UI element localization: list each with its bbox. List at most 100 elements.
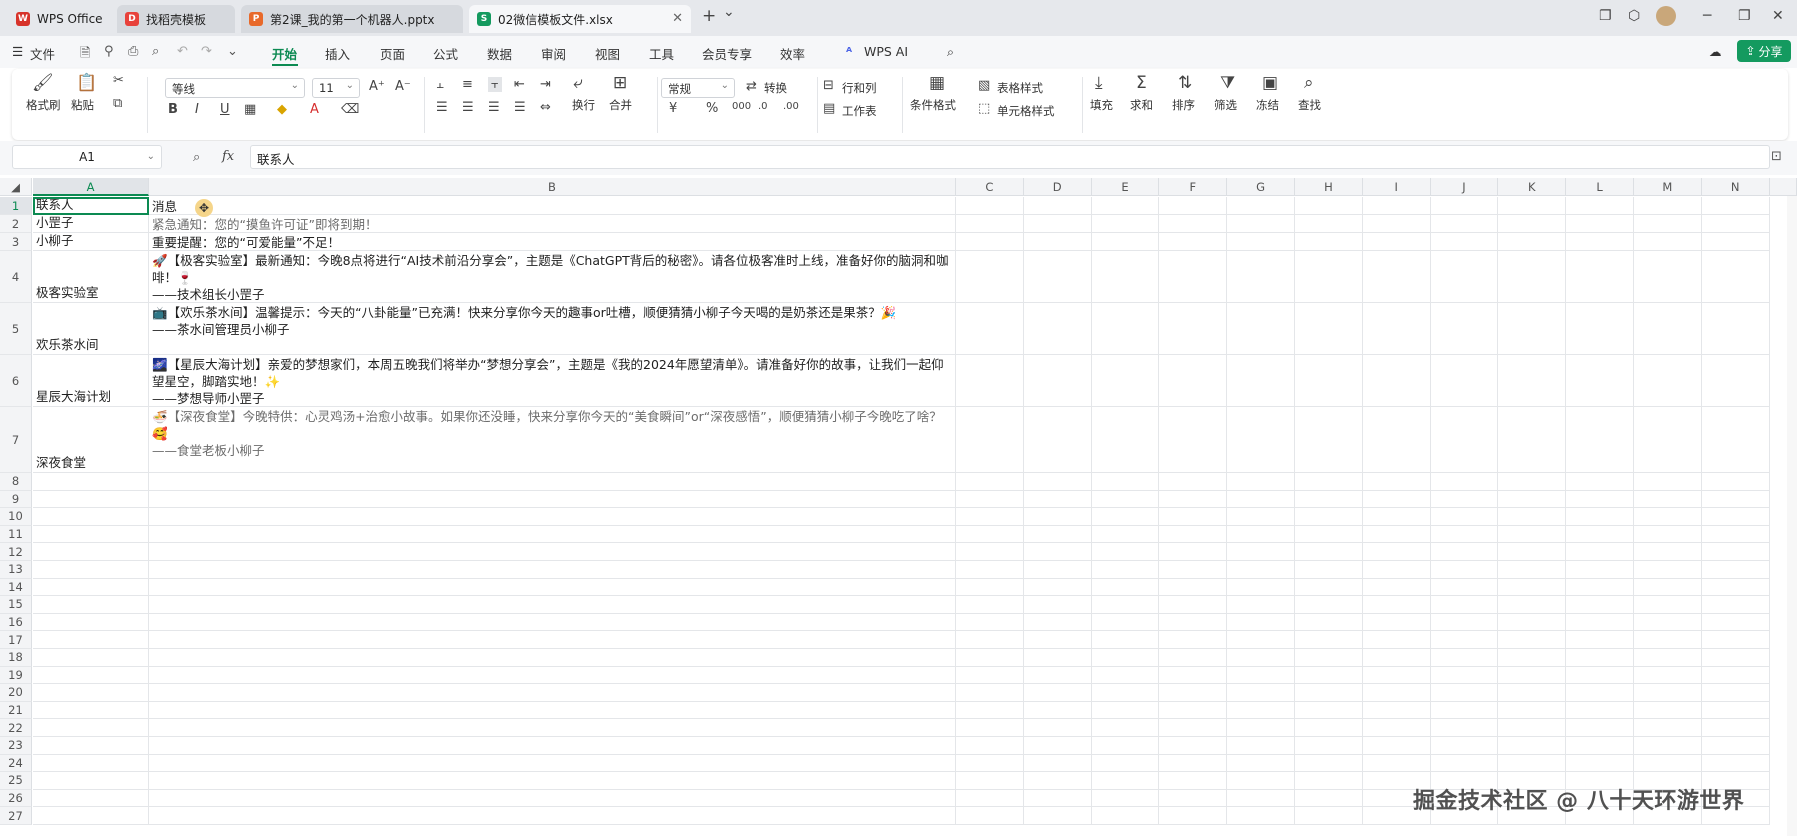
- cell-empty[interactable]: [1023, 355, 1092, 407]
- find-icon[interactable]: ⌕: [1304, 73, 1314, 93]
- table-style-icon[interactable]: ▧: [978, 78, 990, 93]
- cell-empty[interactable]: [1498, 737, 1567, 755]
- cell-empty[interactable]: [956, 596, 1024, 614]
- cell-empty[interactable]: [1566, 737, 1634, 755]
- cell-empty[interactable]: [1498, 701, 1567, 720]
- cell-a[interactable]: [33, 719, 149, 737]
- cell-empty[interactable]: [1295, 197, 1363, 215]
- cell-empty[interactable]: [1498, 719, 1567, 737]
- cell-b[interactable]: [149, 543, 956, 561]
- cell-empty[interactable]: [1091, 525, 1160, 544]
- cell-empty[interactable]: [1701, 251, 1770, 303]
- cell-empty[interactable]: [1023, 649, 1092, 667]
- cell-empty[interactable]: [1634, 407, 1702, 473]
- column-header-i[interactable]: I: [1362, 178, 1431, 196]
- column-header-b[interactable]: B: [149, 178, 956, 196]
- cell-empty[interactable]: [1091, 407, 1160, 473]
- cell-empty[interactable]: [1566, 233, 1634, 251]
- column-header-h[interactable]: H: [1295, 178, 1363, 196]
- cell-empty[interactable]: [1023, 215, 1092, 233]
- cell-b[interactable]: [149, 684, 956, 702]
- cell-empty[interactable]: [1430, 303, 1499, 355]
- cell-b[interactable]: [149, 508, 956, 526]
- cell-b[interactable]: 🌌【星辰大海计划】亲爱的梦想家们，本周五晚我们将举办“梦想分享会”，主题是《我的…: [149, 355, 956, 407]
- paste-icon[interactable]: 📋: [76, 73, 97, 93]
- font-color-icon[interactable]: A: [310, 102, 319, 117]
- cell-empty[interactable]: [1159, 613, 1228, 632]
- cell-empty[interactable]: [1634, 631, 1702, 649]
- cell-empty[interactable]: [1295, 631, 1363, 649]
- cell-empty[interactable]: [1227, 490, 1295, 509]
- cell-empty[interactable]: [1091, 719, 1160, 737]
- cell-b[interactable]: [149, 561, 956, 579]
- cell-empty[interactable]: [1430, 233, 1499, 251]
- cell-empty[interactable]: [1430, 407, 1499, 473]
- paste-label[interactable]: 粘贴: [71, 97, 94, 113]
- redo-icon[interactable]: ↷: [201, 44, 212, 59]
- cell-empty[interactable]: [1634, 525, 1702, 544]
- cell-empty[interactable]: [1566, 473, 1634, 491]
- merge-label[interactable]: 合并: [609, 97, 632, 113]
- cell-empty[interactable]: [1227, 684, 1295, 702]
- cell-empty[interactable]: [1227, 613, 1295, 632]
- cell-empty[interactable]: [1566, 407, 1634, 473]
- cell-empty[interactable]: [1091, 807, 1160, 825]
- fill-icon[interactable]: ⤓: [1095, 73, 1103, 93]
- row-header[interactable]: 18: [0, 649, 32, 667]
- print-icon[interactable]: ⎙: [128, 44, 138, 59]
- cell-empty[interactable]: [1498, 473, 1567, 491]
- column-header-f[interactable]: F: [1159, 178, 1228, 196]
- cell-empty[interactable]: [956, 543, 1024, 561]
- cell-empty[interactable]: [1498, 303, 1567, 355]
- cell-a[interactable]: [33, 490, 149, 509]
- cell-empty[interactable]: [1091, 355, 1160, 407]
- cell-empty[interactable]: [1295, 649, 1363, 667]
- expand-formula-icon[interactable]: ⊡: [1771, 149, 1782, 164]
- spreadsheet-grid[interactable]: ◢ A B C D E F G H I J K L M N 1 联系人 消息 2 小罡子 紧急通知：您的“摸鱼许可证”…: [0, 178, 1797, 837]
- cell-empty[interactable]: [1362, 596, 1431, 614]
- menu-member[interactable]: 会员专享: [702, 44, 752, 63]
- cell-empty[interactable]: [1498, 525, 1567, 544]
- increase-decimal-icon[interactable]: .0: [758, 101, 768, 112]
- menu-home[interactable]: 开始: [272, 44, 297, 63]
- cell-empty[interactable]: [1634, 543, 1702, 561]
- row-header[interactable]: 27: [0, 807, 32, 825]
- cell-empty[interactable]: [1227, 251, 1295, 303]
- cell-b[interactable]: [149, 473, 956, 491]
- row-header[interactable]: 22: [0, 719, 32, 737]
- cell-empty[interactable]: [1091, 561, 1160, 579]
- cell-empty[interactable]: [1430, 355, 1499, 407]
- cell-empty[interactable]: [1701, 473, 1770, 491]
- cell-empty[interactable]: [1701, 215, 1770, 233]
- cell-b[interactable]: 🚀【极客实验室】最新通知：今晚8点将进行“AI技术前沿分享会”，主题是《Chat…: [149, 251, 956, 303]
- cell-empty[interactable]: [1091, 303, 1160, 355]
- cell-empty[interactable]: [1227, 737, 1295, 755]
- cell-empty[interactable]: [1159, 737, 1228, 755]
- cell-empty[interactable]: [1362, 613, 1431, 632]
- column-header-n[interactable]: N: [1701, 178, 1770, 196]
- cell-empty[interactable]: [1227, 407, 1295, 473]
- cell-empty[interactable]: [1295, 737, 1363, 755]
- cell-empty[interactable]: [1227, 578, 1295, 597]
- menu-file[interactable]: 文件: [30, 44, 55, 63]
- cell-empty[interactable]: [1634, 649, 1702, 667]
- menu-tools[interactable]: 工具: [649, 44, 674, 63]
- close-tab-icon[interactable]: ✕: [672, 11, 683, 26]
- cell-empty[interactable]: [1498, 754, 1567, 773]
- cell-empty[interactable]: [1634, 355, 1702, 407]
- cell-a[interactable]: 小柳子: [33, 233, 149, 251]
- cell-empty[interactable]: [1159, 684, 1228, 702]
- thousands-icon[interactable]: 000: [732, 101, 751, 112]
- cell-a[interactable]: [33, 631, 149, 649]
- cell-empty[interactable]: [1227, 525, 1295, 544]
- cell-empty[interactable]: [1498, 543, 1567, 561]
- cell-empty[interactable]: [1091, 543, 1160, 561]
- cell-empty[interactable]: [956, 684, 1024, 702]
- decrease-decimal-icon[interactable]: .00: [783, 101, 799, 112]
- cell-empty[interactable]: [1295, 596, 1363, 614]
- cell-empty[interactable]: [1566, 701, 1634, 720]
- row-header[interactable]: 3: [0, 233, 32, 251]
- column-header-c[interactable]: C: [956, 178, 1024, 196]
- cell-empty[interactable]: [1701, 525, 1770, 544]
- cell-empty[interactable]: [1159, 719, 1228, 737]
